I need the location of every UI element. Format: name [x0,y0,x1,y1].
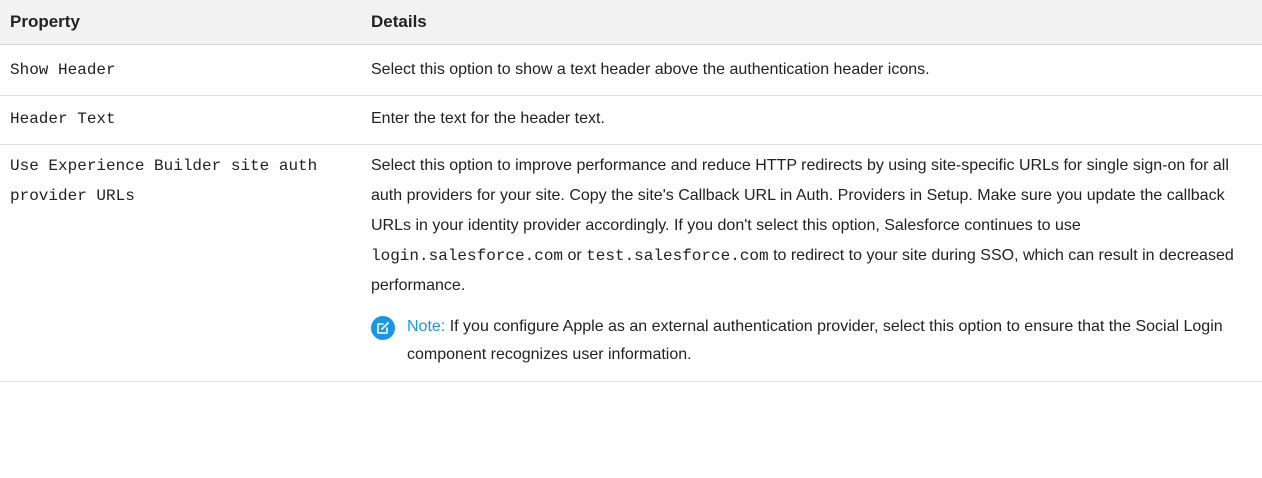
note-text: Note: If you configure Apple as an exter… [407,313,1252,369]
table-row: Show Header Select this option to show a… [0,44,1262,96]
property-details-table: Property Details Show Header Select this… [0,0,1262,382]
note-body: If you configure Apple as an external au… [407,318,1223,363]
details-cell: Select this option to show a text header… [360,44,1262,96]
column-header-details: Details [360,0,1262,45]
details-cell: Enter the text for the header text. [360,95,1262,145]
details-intro-text: Select this option to improve performanc… [371,157,1229,234]
header-row: Property Details [0,0,1262,45]
table-row: Header Text Enter the text for the heade… [0,95,1262,145]
table-body: Show Header Select this option to show a… [0,44,1262,382]
column-header-property: Property [0,0,360,45]
connector-text: or [567,247,582,264]
property-cell: Header Text [0,95,360,145]
code-test-domain: test.salesforce.com [586,247,769,265]
table-header: Property Details [0,0,1262,45]
details-cell: Select this option to improve performanc… [360,144,1262,382]
code-login-domain: login.salesforce.com [371,247,564,265]
note-callout: Note: If you configure Apple as an exter… [371,313,1252,369]
property-cell: Use Experience Builder site auth provide… [0,144,360,382]
table-row: Use Experience Builder site auth provide… [0,144,1262,382]
details-paragraph: Select this option to improve performanc… [371,151,1252,301]
note-label: Note: [407,318,446,335]
edit-note-icon [371,316,395,340]
property-cell: Show Header [0,44,360,96]
